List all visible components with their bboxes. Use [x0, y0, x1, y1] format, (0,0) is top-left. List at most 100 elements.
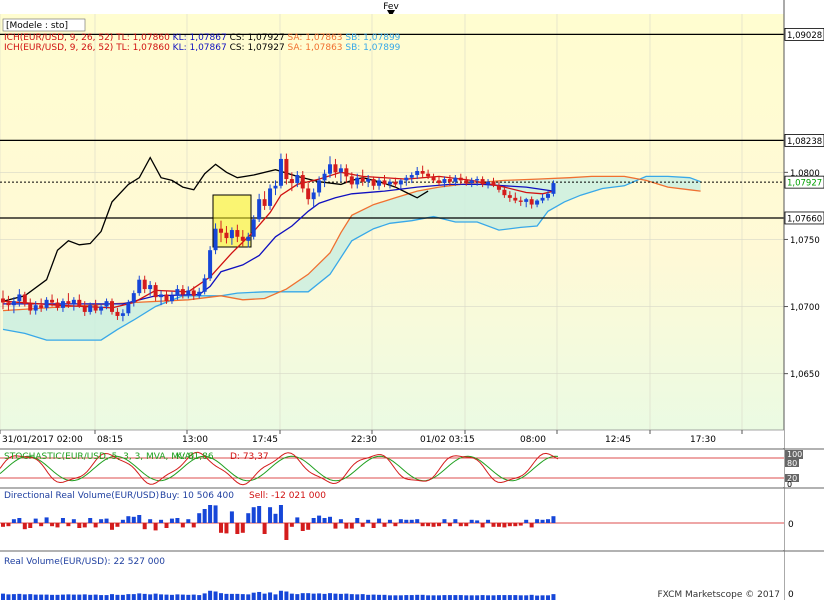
real-volume-bar — [349, 594, 354, 600]
candle-body — [404, 177, 409, 181]
chart-canvas[interactable]: Fev [Modele : sto] ICH(EUR/USD, 9, 26, 5… — [0, 0, 824, 600]
real-volume-bar — [180, 594, 185, 600]
directional-volume-bar — [120, 519, 125, 523]
time-label-0: 31/01/2017 02:00 — [2, 435, 83, 445]
real-volume-label: Real Volume(EUR/USD): 22 527 000 — [4, 557, 165, 567]
real-volume-bar — [317, 593, 322, 600]
real-volume-bar — [71, 594, 76, 600]
candle-body — [39, 305, 44, 308]
directional-volume-bar — [507, 523, 512, 527]
candle-body — [513, 197, 518, 201]
real-volume-bar — [268, 592, 273, 600]
candle-body — [284, 158, 289, 180]
real-volume-bar — [284, 591, 289, 600]
real-volume-bar — [99, 595, 104, 600]
candle-body — [518, 200, 523, 202]
stochastic-label: STOCHASTIC(EUR/USD, 5, 3, 3, MVA, MVA) — [4, 452, 194, 462]
real-volume-bar — [404, 595, 409, 600]
candle-body — [50, 299, 55, 303]
real-volume-bar — [415, 594, 420, 600]
real-volume-bar — [126, 594, 131, 600]
candle-body — [71, 299, 76, 304]
real-volume-bar — [44, 594, 49, 600]
candle-body — [546, 193, 550, 198]
real-volume-bar — [262, 593, 267, 600]
real-volume-bar — [197, 595, 202, 600]
candle-body — [317, 180, 322, 193]
candle-body — [213, 228, 218, 251]
legend-line-1: ICH(EUR/USD, 9, 26, 52) TL: 1,07860 KL: … — [4, 33, 401, 43]
candle-body — [44, 299, 49, 308]
real-volume-bar — [524, 595, 529, 600]
directional-volume-bar — [420, 523, 425, 527]
real-volume-bar — [175, 594, 180, 600]
candle-body — [115, 311, 120, 316]
time-label-7: 12:45 — [605, 435, 631, 445]
real-volume-bar — [164, 594, 169, 600]
directional-volume-bar — [22, 523, 27, 530]
directional-volume-bar — [257, 506, 262, 523]
real-volume-bar — [39, 594, 44, 600]
real-volume-bar — [447, 595, 452, 600]
time-label-3: 17:45 — [252, 435, 278, 445]
directional-volume-bar — [126, 516, 131, 523]
real-volume-bar — [442, 595, 447, 600]
candle-body — [60, 301, 65, 308]
candle-body — [197, 291, 202, 296]
candle-body — [1, 298, 5, 303]
directional-volume-bar — [142, 523, 147, 530]
real-volume-bar — [110, 594, 114, 600]
directional-volume-bar — [491, 523, 496, 527]
real-volume-bar — [377, 594, 382, 600]
time-label-1: 08:15 — [97, 435, 123, 445]
candle-body — [55, 302, 60, 308]
candle-body — [475, 179, 480, 181]
real-volume-bar — [551, 594, 556, 600]
legend-item: CS: 1,07927 — [227, 33, 285, 43]
directional-volume-bar — [268, 507, 273, 523]
directional-volume-bar — [219, 523, 223, 533]
directional-volume-bar — [540, 519, 545, 523]
candle-body — [458, 177, 463, 181]
real-volume-bar — [240, 594, 245, 600]
price-marker-label-0: 1,09028 — [787, 31, 822, 41]
directional-volume-bar — [447, 523, 452, 527]
directional-volume-bar — [224, 523, 229, 534]
candle-body — [11, 301, 16, 306]
candle-body — [524, 199, 529, 202]
candle-body — [17, 294, 22, 302]
candle-body — [186, 290, 191, 295]
time-label-8: 17:30 — [690, 435, 716, 445]
real-volume-bar — [371, 594, 376, 600]
directional-volume-bar — [202, 509, 207, 523]
real-volume-bar — [224, 593, 229, 600]
directional-volume-bar — [442, 519, 447, 523]
directional-volume-bar — [99, 519, 104, 523]
candle-body — [453, 177, 458, 182]
directional-volume-bar — [273, 513, 278, 523]
candle-body — [502, 189, 507, 196]
candle-body — [28, 303, 33, 311]
price-tick-label-1: 1,0750 — [790, 236, 820, 246]
price-pane[interactable] — [0, 14, 784, 448]
directional-volume-bar — [502, 523, 507, 528]
price-marker-label-3: 1,07660 — [787, 214, 822, 224]
candle-body — [431, 176, 436, 181]
directional-volume-bar — [453, 519, 458, 523]
directional-volume-bar — [159, 519, 164, 523]
real-volume-bar — [93, 594, 98, 600]
price-marker-label-2: 1,07927 — [787, 179, 822, 189]
candle-body — [66, 301, 71, 304]
candle-body — [273, 185, 278, 189]
real-volume-bar — [546, 595, 550, 600]
real-volume-bar — [486, 595, 491, 600]
real-volume-bar — [77, 594, 82, 600]
stochastic-k-value: K: 81,86 — [176, 452, 214, 462]
directional-volume-bar — [246, 513, 251, 523]
directional-volume-bar — [164, 523, 169, 528]
directional-volume-zero-label: 0 — [788, 520, 794, 530]
candle-body — [366, 179, 371, 182]
legend-item: KL: 1,07867 — [170, 43, 227, 53]
candle-body — [6, 302, 11, 306]
candle-body — [469, 180, 474, 184]
